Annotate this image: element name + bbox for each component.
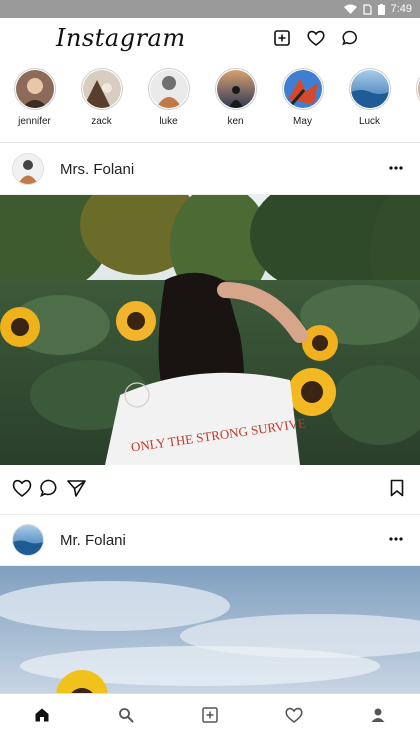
avatar[interactable] <box>12 153 44 185</box>
story-name: zack <box>91 116 112 127</box>
bookmark-icon <box>390 479 404 497</box>
home-icon <box>35 708 49 722</box>
story-name: jennifer <box>18 116 51 127</box>
story-name: ken <box>227 116 244 127</box>
story-luke[interactable]: luke <box>135 62 202 142</box>
avatar <box>15 70 54 108</box>
story-name: May <box>293 116 312 127</box>
avatar <box>82 70 121 108</box>
comment-icon <box>40 479 57 498</box>
more-options-icon[interactable] <box>388 531 404 547</box>
story-partial[interactable] <box>403 62 420 142</box>
post-image[interactable] <box>0 566 420 696</box>
post-image[interactable]: ONLY THE STRONG SURVIVE <box>0 195 420 465</box>
avatar[interactable] <box>12 524 44 556</box>
story-luck[interactable]: Luck <box>336 62 403 142</box>
search-icon <box>119 708 134 723</box>
top-actions <box>272 28 360 48</box>
avatar <box>350 70 389 108</box>
stories-row: jennifer zack luke ken May Luck <box>0 62 420 143</box>
nav-add[interactable] <box>190 695 230 735</box>
story-ring <box>13 68 56 110</box>
battery-icon <box>377 3 385 15</box>
avatar <box>216 70 255 108</box>
story-ring <box>147 68 190 110</box>
story-ring <box>281 68 324 110</box>
wifi-icon <box>343 4 357 15</box>
status-bar: 7:49 <box>0 0 420 18</box>
nav-activity[interactable] <box>274 695 314 735</box>
story-name: Luck <box>358 116 381 127</box>
heart-icon <box>12 479 32 497</box>
avatar <box>149 70 188 108</box>
post-actions <box>0 466 420 511</box>
profile-icon <box>371 708 385 722</box>
story-zack[interactable]: zack <box>68 62 135 142</box>
like-button[interactable] <box>12 479 32 502</box>
nav-home[interactable] <box>22 695 62 735</box>
no-sim-icon <box>362 3 372 15</box>
story-ken[interactable]: ken <box>202 62 269 142</box>
story-name: luke <box>159 116 178 127</box>
story-ring <box>415 68 420 110</box>
bottom-nav <box>0 693 420 736</box>
sunflower <box>0 307 40 347</box>
add-icon <box>202 707 218 723</box>
save-button[interactable] <box>390 479 404 502</box>
chat-icon[interactable] <box>340 28 360 48</box>
post-header: Mr. Folani <box>0 514 420 566</box>
share-button[interactable] <box>67 479 86 502</box>
status-time: 7:49 <box>390 3 412 15</box>
story-ring <box>80 68 123 110</box>
top-bar: Instagram <box>0 18 420 62</box>
comment-button[interactable] <box>40 479 58 502</box>
story-may[interactable]: May <box>269 62 336 142</box>
app-logo: Instagram <box>56 24 186 52</box>
post-username[interactable]: Mrs. Folani <box>60 161 134 178</box>
story-ring <box>214 68 257 110</box>
nav-search[interactable] <box>106 695 146 735</box>
nav-profile[interactable] <box>358 695 398 735</box>
story-ring <box>348 68 391 110</box>
heart-icon <box>285 707 303 723</box>
add-post-icon[interactable] <box>272 28 292 48</box>
send-icon <box>67 480 86 497</box>
more-options-icon[interactable] <box>388 160 404 176</box>
avatar <box>283 70 322 108</box>
post-username[interactable]: Mr. Folani <box>60 532 126 549</box>
heart-icon[interactable] <box>306 28 326 48</box>
sunflower <box>116 301 156 341</box>
sunflower <box>302 325 338 361</box>
sunflower <box>288 368 336 416</box>
story-jennifer[interactable]: jennifer <box>1 62 68 142</box>
post-header: Mrs. Folani <box>0 144 420 195</box>
